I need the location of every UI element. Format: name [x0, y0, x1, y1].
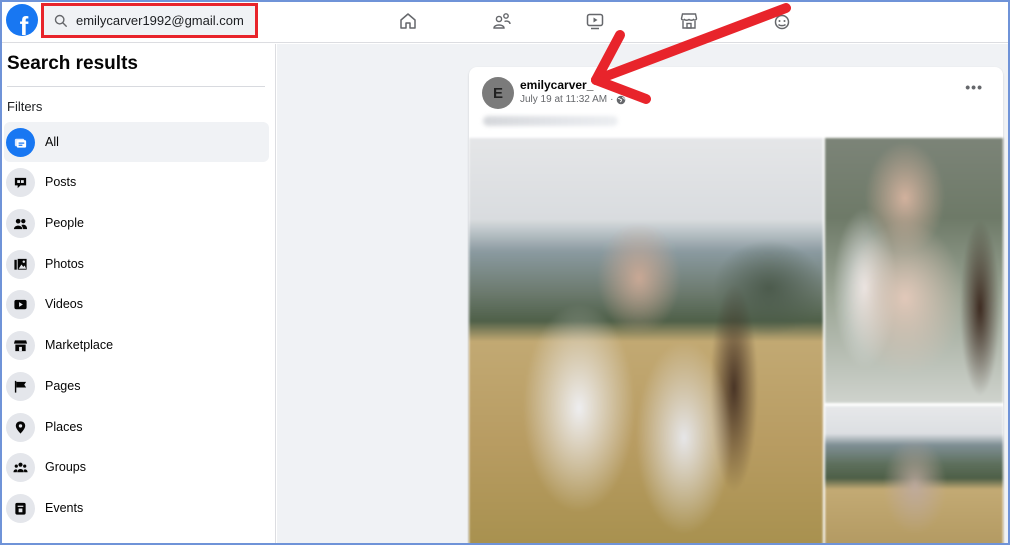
filter-pages[interactable]: Pages [4, 366, 269, 406]
filter-events[interactable]: Events [4, 488, 269, 528]
search-query[interactable]: emilycarver1992@gmail.com [76, 13, 244, 28]
search-filters-sidebar: Search results Filters All Posts People … [0, 44, 276, 545]
video-icon [586, 13, 604, 30]
filter-label: Places [45, 420, 83, 434]
filters-heading: Filters [7, 99, 43, 114]
nav-friends[interactable] [491, 10, 513, 32]
post-photo-secondary[interactable] [825, 138, 1003, 403]
home-icon [400, 13, 416, 29]
filter-label: Videos [45, 297, 83, 311]
filter-posts[interactable]: Posts [4, 162, 269, 202]
filter-people[interactable]: People [4, 203, 269, 243]
filter-marketplace[interactable]: Marketplace [4, 325, 269, 365]
filter-photos[interactable]: Photos [4, 244, 269, 284]
filter-groups[interactable]: Groups [4, 447, 269, 487]
filter-label: Groups [45, 460, 86, 474]
filter-label: Events [45, 501, 84, 515]
meta-separator: · [610, 94, 614, 105]
groups-icon [6, 452, 35, 482]
post-meta: July 19 at 11:32 AM · [520, 94, 626, 105]
avatar[interactable]: E [482, 77, 514, 109]
nav-gaming[interactable] [771, 10, 793, 32]
posts-icon [6, 167, 35, 197]
nav-watch[interactable] [584, 10, 606, 32]
top-navigation-bar: f emilycarver1992@gmail.com [0, 0, 1010, 43]
search-icon [54, 14, 67, 27]
filter-label: Pages [45, 379, 81, 393]
calendar-icon [6, 493, 35, 523]
post-photo-tertiary[interactable] [825, 406, 1003, 545]
gaming-icon [774, 14, 790, 30]
search-input[interactable]: emilycarver1992@gmail.com [41, 3, 258, 38]
divider [7, 86, 265, 87]
page-title: Search results [7, 53, 138, 74]
marketplace-icon [6, 330, 35, 360]
friends-icon [493, 13, 511, 29]
filter-label: All [45, 135, 59, 149]
facebook-logo[interactable]: f [6, 4, 38, 36]
post-photo-main[interactable] [469, 138, 823, 545]
post-more-options-button[interactable]: ••• [965, 79, 983, 95]
filter-label: Posts [45, 175, 77, 189]
people-icon [6, 208, 35, 238]
filter-label: Photos [45, 257, 84, 271]
photos-icon [6, 249, 35, 279]
facebook-logo-glyph: f [19, 11, 29, 36]
filter-places[interactable]: Places [4, 407, 269, 447]
filter-all[interactable]: All [4, 122, 269, 162]
all-icon [6, 127, 35, 157]
location-pin-icon [6, 412, 35, 442]
nav-marketplace[interactable] [678, 10, 700, 32]
post-caption-blurred [483, 116, 618, 126]
post-timestamp[interactable]: July 19 at 11:32 AM [520, 94, 607, 105]
videos-icon [6, 289, 35, 319]
marketplace-icon [680, 13, 698, 29]
filter-label: Marketplace [45, 338, 114, 352]
filter-videos[interactable]: Videos [4, 284, 269, 324]
flag-icon [6, 371, 35, 401]
filter-label: People [45, 216, 84, 230]
nav-home[interactable] [397, 10, 419, 32]
post-card: E emilycarver_ July 19 at 11:32 AM · ••• [469, 67, 1003, 545]
post-author-name[interactable]: emilycarver_ [520, 78, 593, 92]
globe-icon [617, 95, 626, 104]
